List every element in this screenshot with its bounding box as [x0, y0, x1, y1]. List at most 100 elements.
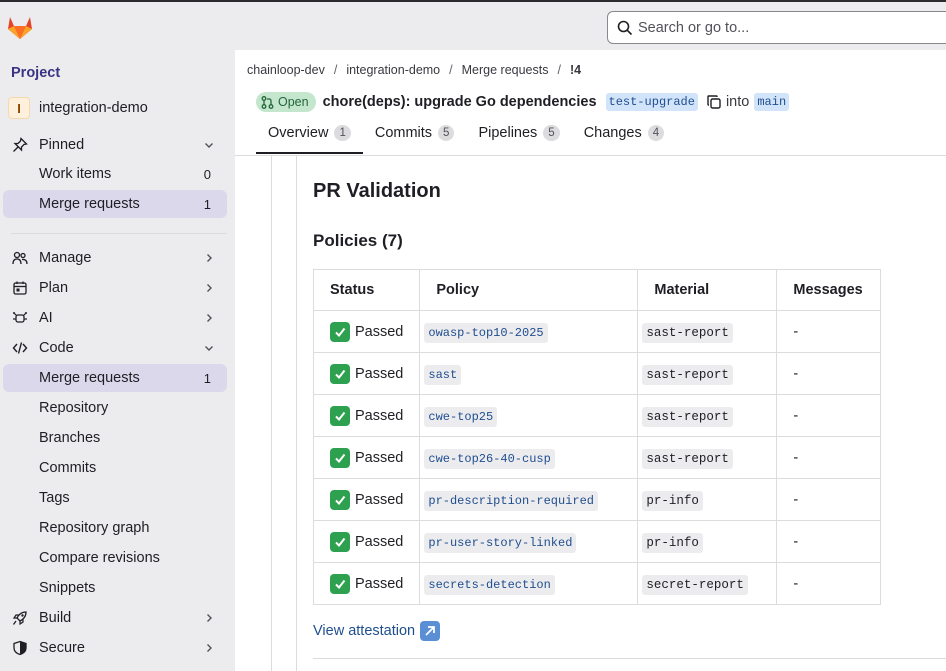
chevron-right-icon	[207, 314, 212, 322]
tab-pipelines[interactable]: Pipelines 5	[466, 121, 571, 154]
pin-icon	[11, 137, 28, 154]
material-cell: sast-report	[637, 436, 778, 479]
mr-header: Open chore(deps): upgrade Go dependencie…	[256, 92, 790, 112]
chevron-right-icon	[207, 614, 212, 622]
policy-cell: pr-description-required	[419, 478, 639, 521]
messages-cell: -	[776, 394, 882, 437]
sidebar-item-merge-requests[interactable]: Merge requests 1	[3, 364, 227, 392]
sidebar-item-work-items[interactable]: Work items 0	[3, 160, 227, 188]
sidebar-item-merge-requests[interactable]: Merge requests 1	[3, 190, 227, 218]
material-name: pr-info	[642, 490, 703, 511]
material-cell: sast-report	[637, 310, 778, 353]
search-placeholder: Search or go to...	[638, 19, 750, 36]
policy-name[interactable]: pr-user-story-linked	[424, 532, 577, 553]
breadcrumb-separator: /	[449, 63, 453, 77]
tab-changes[interactable]: Changes 4	[572, 121, 676, 154]
calendar-icon	[11, 280, 28, 297]
sidebar-item-label: AI	[39, 310, 53, 326]
sidebar-item-label: Plan	[39, 280, 69, 296]
sidebar-item-label: Secure	[39, 640, 85, 656]
sidebar-item-secure[interactable]: Secure	[3, 634, 227, 662]
breadcrumb-current[interactable]: !4	[570, 63, 581, 77]
project-name: integration-demo	[39, 100, 148, 116]
policy-name[interactable]: secrets-detection	[424, 574, 555, 595]
sidebar-item-count: 1	[203, 370, 211, 386]
breadcrumb-item[interactable]: Merge requests	[462, 63, 549, 77]
column-header: Policy	[419, 269, 639, 311]
table-header-row: Status Policy Material Messages	[312, 269, 882, 311]
policy-name[interactable]: sast	[424, 364, 462, 385]
policy-name[interactable]: cwe-top25	[424, 406, 498, 427]
material-cell: sast-report	[637, 394, 778, 437]
target-branch[interactable]: main	[754, 93, 790, 111]
table-row: Passed secrets-detection secret-report -	[312, 562, 882, 605]
column-header: Messages	[776, 269, 882, 311]
sidebar-item-label: Branches	[39, 430, 101, 446]
status-badge: Open	[256, 92, 316, 112]
material-cell: secret-report	[637, 562, 778, 605]
sidebar-item-code[interactable]: Code	[3, 334, 227, 362]
material-name: secret-report	[642, 574, 748, 595]
policies-table: Status Policy Material Messages Passed ow…	[312, 269, 882, 605]
policy-name[interactable]: cwe-top26-40-cusp	[424, 448, 555, 469]
sidebar-item-branches[interactable]: Branches	[3, 424, 227, 452]
gitlab-logo-icon[interactable]	[6, 14, 34, 40]
sidebar-item-label: Work items	[39, 166, 112, 182]
status-cell: Passed	[312, 562, 421, 605]
status-text: Passed	[355, 491, 404, 508]
top-bar: Search or go to...	[0, 2, 946, 50]
into-label: into	[725, 94, 750, 110]
sidebar-item-tags[interactable]: Tags	[3, 484, 227, 512]
check-icon	[330, 489, 350, 510]
tab-label: Changes	[583, 125, 642, 141]
tab-commits[interactable]: Commits 5	[363, 121, 467, 154]
sidebar-item-compare-revisions[interactable]: Compare revisions	[3, 544, 227, 572]
sidebar-item-plan[interactable]: Plan	[3, 274, 227, 302]
policy-name[interactable]: owasp-top10-2025	[424, 322, 548, 343]
sidebar-item-pinned[interactable]: Pinned	[3, 131, 227, 159]
table-row: Passed pr-user-story-linked pr-info -	[312, 520, 882, 563]
status-text: Passed	[355, 407, 404, 424]
copy-icon[interactable]	[706, 94, 722, 110]
sidebar-item-repository[interactable]: Repository	[3, 394, 227, 422]
sidebar-item-commits[interactable]: Commits	[3, 454, 227, 482]
policy-cell: secrets-detection	[419, 562, 639, 605]
sidebar-item-build[interactable]: Build	[3, 604, 227, 632]
sidebar-item-repository-graph[interactable]: Repository graph	[3, 514, 227, 542]
sidebar-title: Project	[11, 65, 61, 81]
tab-overview[interactable]: Overview 1	[256, 121, 363, 154]
check-icon	[330, 405, 350, 426]
messages-cell: -	[776, 436, 882, 479]
rocket-icon	[11, 610, 28, 627]
status-cell: Passed	[312, 394, 421, 437]
material-name: sast-report	[642, 406, 733, 427]
status-cell: Passed	[312, 478, 421, 521]
policy-cell: pr-user-story-linked	[419, 520, 639, 563]
sidebar-item-label: Merge requests	[39, 370, 140, 386]
policy-name[interactable]: pr-description-required	[424, 490, 599, 511]
search-input[interactable]: Search or go to...	[607, 11, 946, 44]
sidebar-item-label: Manage	[39, 250, 92, 266]
table-row: Passed cwe-top25 sast-report -	[312, 394, 882, 437]
sidebar: Project I integration-demo Pinned Work it…	[0, 50, 235, 671]
material-cell: pr-info	[637, 520, 778, 563]
breadcrumb-item[interactable]: integration-demo	[346, 63, 440, 77]
timeline-line	[271, 156, 272, 671]
sidebar-item-snippets[interactable]: Snippets	[3, 574, 227, 602]
policy-cell: sast	[419, 352, 639, 395]
chevron-right-icon	[207, 254, 212, 262]
sidebar-item-ai[interactable]: AI	[3, 304, 227, 332]
status-cell: Passed	[312, 520, 421, 563]
view-attestation-link[interactable]: View attestation	[313, 621, 441, 641]
material-cell: pr-info	[637, 478, 778, 521]
messages-cell: -	[776, 352, 882, 395]
sidebar-item-label: Commits	[39, 460, 97, 476]
page-title: chore(deps): upgrade Go dependencies	[322, 94, 597, 110]
check-icon	[330, 447, 350, 468]
source-branch[interactable]: test-upgrade	[605, 93, 698, 111]
check-icon	[330, 363, 350, 384]
breadcrumb-item[interactable]: chainloop-dev	[247, 63, 325, 77]
project-link[interactable]: I integration-demo	[8, 97, 148, 119]
sidebar-item-manage[interactable]: Manage	[3, 244, 227, 272]
sidebar-item-label: Compare revisions	[39, 550, 160, 566]
